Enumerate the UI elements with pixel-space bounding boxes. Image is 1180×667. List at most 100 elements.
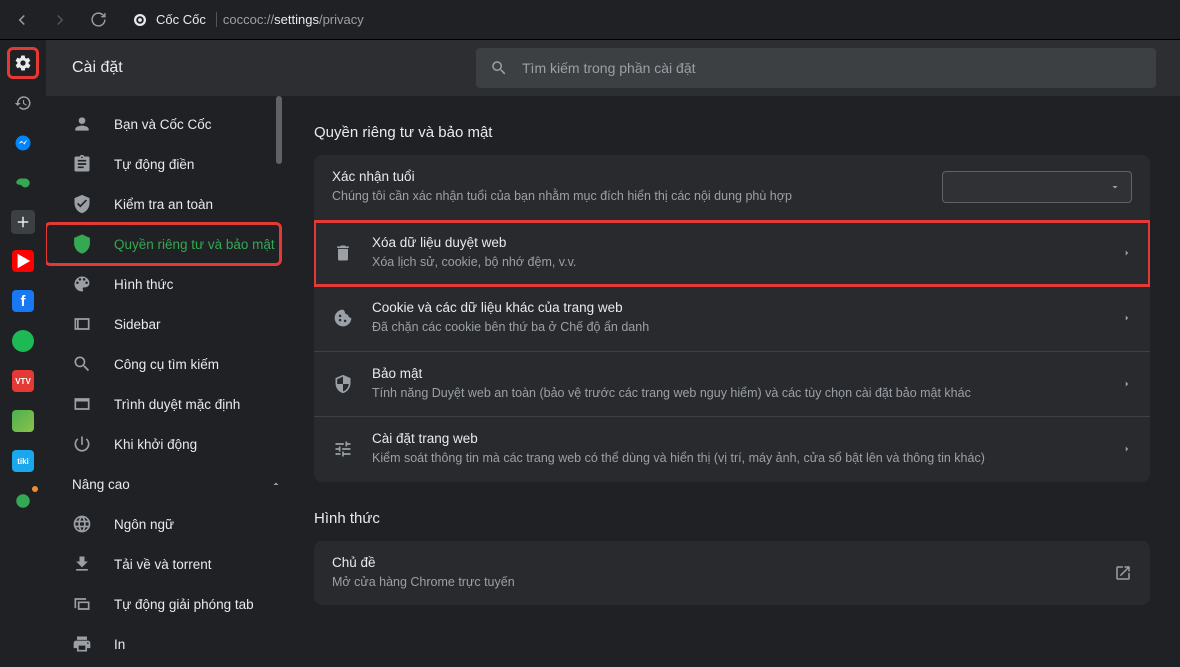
page-title: Cài đặt (72, 59, 476, 77)
sidebar-item-label: In (114, 637, 125, 652)
sidebar-item-label: Quyền riêng tư và bảo mật (114, 237, 275, 252)
external-link-icon (1114, 564, 1132, 582)
rail-tiki-icon[interactable]: tiki (10, 448, 36, 474)
sidebar-item-auto-discard-tabs[interactable]: Tự động giải phóng tab (46, 584, 274, 624)
sidebar-item-privacy[interactable]: Quyền riêng tư và bảo mật (46, 224, 280, 264)
row-security[interactable]: Bảo mật Tính năng Duyệt web an toàn (bảo… (314, 352, 1150, 418)
privacy-card-group: Xác nhận tuổi Chúng tôi cần xác nhận tuổ… (314, 155, 1150, 482)
chevron-right-icon (1122, 248, 1132, 258)
palette-icon (72, 274, 92, 294)
sidebar-item-label: Khi khởi động (114, 437, 197, 452)
rail-messenger-icon[interactable] (10, 130, 36, 156)
main-content: Quyền riêng tư và bảo mật Xác nhận tuổi … (284, 96, 1180, 667)
sidebar-item-label: Tự động giải phóng tab (114, 597, 254, 612)
row-cookies[interactable]: Cookie và các dữ liệu khác của trang web… (314, 286, 1150, 352)
download-icon (72, 554, 92, 574)
section-title-privacy: Quyền riêng tư và bảo mật (314, 124, 1150, 141)
row-site-settings[interactable]: Cài đặt trang web Kiểm soát thông tin mà… (314, 417, 1150, 482)
sidebar-item-print[interactable]: In (46, 624, 274, 664)
row-theme[interactable]: Chủ đề Mở cửa hàng Chrome trực tuyến (314, 541, 1150, 606)
sidebar-item-appearance[interactable]: Hình thức (46, 264, 274, 304)
chevron-right-icon (1122, 444, 1132, 454)
sidebar-item-safety-check[interactable]: Kiểm tra an toàn (46, 184, 274, 224)
search-icon (490, 59, 508, 77)
browser-icon (72, 394, 92, 414)
age-dropdown[interactable] (942, 171, 1132, 203)
nav-forward-button[interactable] (46, 6, 74, 34)
sidebar-item-you-and-coccoc[interactable]: Bạn và Cốc Cốc (46, 104, 274, 144)
print-icon (72, 634, 92, 654)
row-subtitle: Mở cửa hàng Chrome trực tuyến (332, 574, 1096, 592)
shield-icon (72, 234, 92, 254)
rail-savior-icon[interactable] (10, 488, 36, 514)
sidebar-item-label: Tải về và torrent (114, 557, 212, 572)
rail-games-icon[interactable] (10, 170, 36, 196)
row-subtitle: Đã chặn các cookie bên thứ ba ở Chế độ ẩ… (372, 319, 1104, 337)
rail-spotify-icon[interactable] (10, 328, 36, 354)
tune-icon (332, 439, 354, 459)
sidebar-icon (72, 314, 92, 334)
row-title: Xác nhận tuổi (332, 169, 924, 184)
nav-back-button[interactable] (8, 6, 36, 34)
nav-reload-button[interactable] (84, 6, 112, 34)
chevron-right-icon (1122, 313, 1132, 323)
security-shield-icon (332, 374, 354, 394)
sidebar-item-label: Kiểm tra an toàn (114, 197, 213, 212)
sidebar-item-label: Trình duyệt mặc định (114, 397, 240, 412)
clipboard-icon (72, 154, 92, 174)
sidebar-section-advanced[interactable]: Nâng cao (46, 464, 284, 504)
row-title: Cookie và các dữ liệu khác của trang web (372, 300, 1104, 315)
rail-settings-icon[interactable] (10, 50, 36, 76)
sidebar-item-on-startup[interactable]: Khi khởi động (46, 424, 274, 464)
cookie-icon (332, 308, 354, 328)
rail-vtvgo-icon[interactable]: VTV (10, 368, 36, 394)
settings-header: Cài đặt (46, 40, 1180, 96)
search-icon (72, 354, 92, 374)
left-rail: f VTV tiki (0, 40, 46, 667)
sidebar-item-label: Tự động điền (114, 157, 194, 172)
browser-toolbar: Cốc Cốc coccoc://settings/privacy (0, 0, 1180, 40)
sidebar-item-label: Ngôn ngữ (114, 517, 174, 532)
rail-history-icon[interactable] (10, 90, 36, 116)
sidebar-item-downloads[interactable]: Tải về và torrent (46, 544, 274, 584)
tabs-icon (72, 594, 92, 614)
rail-facebook-icon[interactable]: f (10, 288, 36, 314)
section-title-appearance: Hình thức (314, 510, 1150, 527)
shield-check-icon (72, 194, 92, 214)
sidebar-item-label: Sidebar (114, 317, 161, 332)
sidebar-item-label: Hình thức (114, 277, 173, 292)
sidebar-item-search-engine[interactable]: Công cụ tìm kiếm (46, 344, 274, 384)
address-bar[interactable]: Cốc Cốc coccoc://settings/privacy (130, 10, 364, 30)
rail-add-button[interactable] (11, 210, 35, 234)
row-subtitle: Kiểm soát thông tin mà các trang web có … (372, 450, 1104, 468)
chevron-down-icon (1109, 181, 1121, 193)
coccoc-logo-icon (130, 10, 150, 30)
rail-app1-icon[interactable] (10, 408, 36, 434)
settings-sidebar: Bạn và Cốc Cốc Tự động điền Kiểm tra an … (46, 96, 284, 667)
search-box[interactable] (476, 48, 1156, 88)
person-icon (72, 114, 92, 134)
chevron-up-icon (270, 478, 282, 490)
row-subtitle: Chúng tôi cần xác nhận tuổi của bạn nhằm… (332, 188, 924, 206)
sidebar-item-sidebar[interactable]: Sidebar (46, 304, 274, 344)
sidebar-advanced-label: Nâng cao (72, 477, 130, 492)
row-subtitle: Tính năng Duyệt web an toàn (bảo vệ trướ… (372, 385, 1104, 403)
sidebar-item-autofill[interactable]: Tự động điền (46, 144, 274, 184)
row-clear-browsing-data[interactable]: Xóa dữ liệu duyệt web Xóa lịch sử, cooki… (314, 221, 1150, 287)
notification-dot (32, 486, 38, 492)
sidebar-item-label: Công cụ tìm kiếm (114, 357, 219, 372)
row-title: Cài đặt trang web (372, 431, 1104, 446)
sidebar-item-languages[interactable]: Ngôn ngữ (46, 504, 274, 544)
sidebar-scrollbar[interactable] (276, 96, 282, 164)
sidebar-item-default-browser[interactable]: Trình duyệt mặc định (46, 384, 274, 424)
sidebar-item-label: Bạn và Cốc Cốc (114, 117, 212, 132)
search-input[interactable] (522, 60, 1142, 76)
url-display: coccoc://settings/privacy (223, 12, 364, 27)
row-subtitle: Xóa lịch sử, cookie, bộ nhớ đệm, v.v. (372, 254, 1104, 272)
trash-icon (332, 243, 354, 263)
chevron-right-icon (1122, 379, 1132, 389)
rail-youtube-icon[interactable] (10, 248, 36, 274)
row-age-verification: Xác nhận tuổi Chúng tôi cần xác nhận tuổ… (314, 155, 1150, 221)
row-title: Bảo mật (372, 366, 1104, 381)
power-icon (72, 434, 92, 454)
